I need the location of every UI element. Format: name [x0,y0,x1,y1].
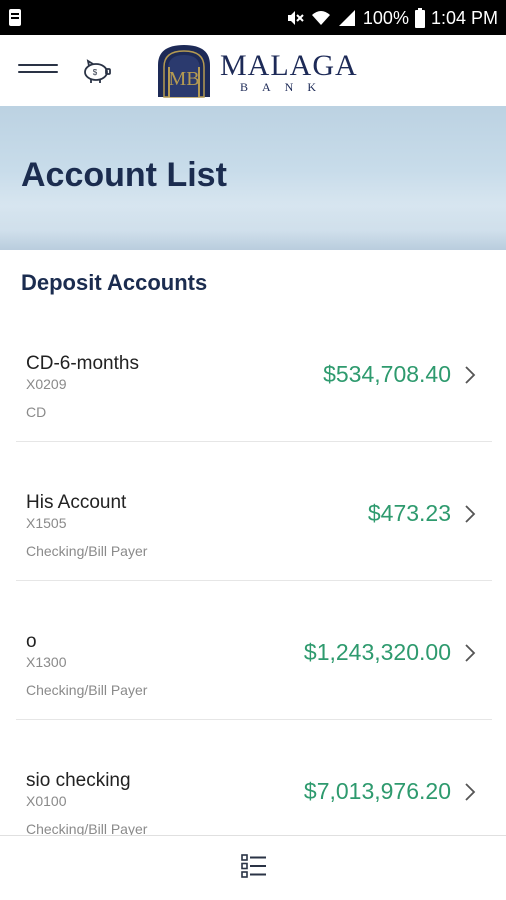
notification-icon [9,9,21,26]
section-title-deposit-accounts: Deposit Accounts [21,270,208,295]
logo-mark: MB [158,45,210,98]
signal-icon [338,10,355,26]
clock: 1:04 PM [430,8,498,28]
account-list: CD-6-months X0209 CD $534,708.40 His Acc… [16,303,492,859]
account-balance: $473.23 [367,500,451,526]
menu-line [18,64,58,66]
page-title: Account List [21,156,227,194]
account-list-icon[interactable] [240,853,268,879]
account-row[interactable]: CD-6-months X0209 CD $534,708.40 [16,303,492,442]
piggy-bank-icon[interactable]: $ [80,57,112,85]
status-bar: 100% 1:04 PM [0,0,506,35]
chevron-right-icon [465,366,476,384]
battery-percentage: 100% [362,8,409,28]
account-name: His Account [26,492,127,513]
mute-icon [287,11,304,25]
account-balance: $7,013,976.20 [303,778,451,804]
account-number: X1300 [26,654,67,670]
account-type: Checking/Bill Payer [26,682,148,698]
account-number: X0209 [26,376,67,392]
logo-name: MALAGA [220,49,358,82]
account-name: o [26,631,37,652]
malaga-bank-logo: MB MALAGA BANK [154,41,364,101]
hamburger-menu-icon[interactable] [18,59,60,83]
account-number: X0100 [26,793,67,809]
battery-icon [414,8,425,28]
account-type: CD [26,404,47,420]
menu-line [18,71,58,73]
chevron-right-icon [465,505,476,523]
account-row[interactable]: o X1300 Checking/Bill Payer $1,243,320.0… [16,581,492,720]
wifi-icon [311,11,330,25]
bottom-navigation-bar [0,835,506,900]
svg-text:$: $ [93,68,98,77]
account-name: sio checking [26,770,131,791]
account-name: CD-6-months [26,353,139,374]
account-balance: $534,708.40 [323,361,451,387]
logo-monogram: MB [168,68,199,90]
hero-banner: Account List [0,106,506,250]
account-balance: $1,243,320.00 [303,639,451,665]
account-number: X1505 [26,515,67,531]
account-type: Checking/Bill Payer [26,543,148,559]
chevron-right-icon [465,783,476,801]
chevron-right-icon [465,644,476,662]
logo-subtitle: BANK [240,80,331,94]
account-row[interactable]: His Account X1505 Checking/Bill Payer $4… [16,442,492,581]
top-app-bar: $ MB MALAGA BANK [0,35,506,106]
